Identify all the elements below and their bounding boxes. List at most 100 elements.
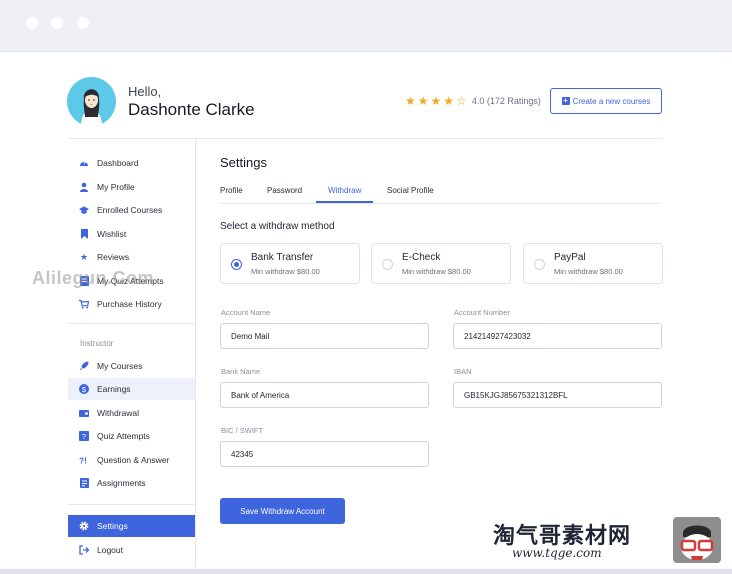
greeting-text: Hello, — [128, 84, 162, 99]
withdraw-method-heading: Select a withdraw method — [220, 221, 335, 232]
header-divider — [68, 138, 662, 139]
save-withdraw-account-button[interactable]: Save Withdraw Account — [220, 498, 345, 524]
tab-profile[interactable]: Profile — [220, 186, 243, 195]
tab-withdraw[interactable]: Withdraw — [328, 186, 361, 195]
gear-icon — [79, 521, 89, 531]
method-name: E-Check — [402, 252, 441, 263]
bank-name-input[interactable] — [220, 382, 429, 408]
bic-swift-label: BIC / SWIFT — [221, 426, 264, 435]
account-name-label: Account Name — [221, 308, 271, 317]
method-min-withdraw: Min withdraw $80.00 — [402, 267, 471, 276]
iban-label: IBAN — [454, 367, 472, 376]
brand-url: www.tqge.com — [512, 546, 602, 560]
method-min-withdraw: Min withdraw $80.00 — [251, 267, 320, 276]
bookmark-icon — [79, 229, 89, 239]
sidebar-item-label: Quiz Attempts — [97, 431, 150, 441]
radio-button[interactable] — [534, 259, 545, 270]
sidebar-item-enrolled-courses[interactable]: Enrolled Courses — [68, 199, 195, 221]
sidebar-item-my-courses[interactable]: My Courses — [68, 355, 195, 377]
sidebar-item-earnings[interactable]: $ Earnings — [68, 378, 195, 400]
brand-logo-icon — [673, 517, 721, 563]
svg-text:?!: ?! — [79, 455, 87, 465]
account-number-input[interactable] — [453, 323, 662, 349]
rating-text: 4.0 (172 Ratings) — [471, 96, 541, 106]
method-bank-transfer[interactable]: Bank Transfer Min withdraw $80.00 — [220, 243, 360, 284]
window-dot-3[interactable] — [77, 17, 89, 29]
method-e-check[interactable]: E-Check Min withdraw $80.00 — [371, 243, 511, 284]
sidebar-item-assignments[interactable]: Assignments — [68, 472, 195, 494]
sidebar-separator — [68, 323, 195, 324]
sidebar-item-label: Reviews — [97, 252, 130, 262]
graduation-cap-icon — [79, 205, 89, 215]
browser-top-bar — [0, 0, 732, 52]
avatar[interactable] — [67, 77, 116, 126]
create-course-button[interactable]: + Create a new courses — [550, 88, 662, 114]
instructor-rating: ★ ★ ★ ★ ☆ 4.0 (172 Ratings) — [405, 95, 541, 107]
tab-password[interactable]: Password — [267, 186, 302, 195]
settings-tabs: Profile Password Withdraw Social Profile — [220, 181, 660, 204]
sidebar-item-settings[interactable]: Settings — [68, 515, 195, 537]
quiz-icon: ? — [79, 431, 89, 441]
sidebar-item-reviews[interactable]: ★ Reviews — [68, 246, 195, 268]
bottom-edge — [0, 569, 732, 574]
radio-button[interactable] — [231, 259, 242, 270]
sidebar-item-label: My Profile — [97, 182, 135, 192]
star-icon: ★ — [430, 94, 442, 108]
user-icon — [79, 182, 89, 192]
sidebar-item-label: My Courses — [97, 361, 143, 371]
star-icon: ★ — [417, 94, 429, 108]
sidebar-item-my-profile[interactable]: My Profile — [68, 176, 195, 198]
instructor-section-label: Instructor — [80, 339, 114, 348]
plus-icon: + — [561, 96, 570, 105]
sidebar-item-label: Withdrawal — [97, 408, 140, 418]
sidebar-item-logout[interactable]: Logout — [68, 539, 195, 561]
star-outline-icon: ☆ — [456, 94, 467, 108]
tab-social-profile[interactable]: Social Profile — [387, 186, 434, 195]
window-dot-2[interactable] — [51, 17, 63, 29]
sidebar-item-label: Enrolled Courses — [97, 205, 163, 215]
dollar-icon: $ — [79, 384, 89, 394]
user-name: Dashonte Clarke — [128, 100, 255, 119]
assignments-icon — [79, 478, 89, 488]
star-icon: ★ — [79, 251, 89, 262]
account-name-input[interactable] — [220, 323, 429, 349]
sidebar-item-label: Earnings — [97, 384, 131, 394]
star-icon: ★ — [405, 94, 416, 108]
sidebar-item-label: Question & Answer — [97, 455, 170, 465]
sidebar-item-dashboard[interactable]: Dashboard — [68, 152, 195, 174]
account-number-label: Account Number — [454, 308, 510, 317]
star-icon: ★ — [443, 94, 455, 108]
method-paypal[interactable]: PayPal Min withdraw $80.00 — [523, 243, 663, 284]
logout-icon — [79, 545, 89, 555]
cart-icon — [79, 299, 89, 309]
sidebar-item-label: Wishlist — [97, 229, 127, 239]
window-dot-1[interactable] — [26, 17, 38, 29]
sidebar-item-question-answer[interactable]: ?! Question & Answer — [68, 449, 195, 471]
bic-swift-input[interactable] — [220, 441, 429, 467]
sidebar-item-label: Settings — [97, 521, 128, 531]
sidebar-item-label: Logout — [97, 545, 123, 555]
sidebar-item-quiz-attempts[interactable]: ? Quiz Attempts — [68, 425, 195, 447]
dashboard-icon — [79, 158, 89, 168]
bank-name-label: Bank Name — [221, 367, 261, 376]
question-answer-icon: ?! — [79, 455, 89, 465]
sidebar-item-label: Assignments — [97, 478, 146, 488]
sidebar-item-withdrawal[interactable]: Withdrawal — [68, 402, 195, 424]
sidebar-item-purchase-history[interactable]: Purchase History — [68, 293, 195, 315]
wallet-icon — [79, 408, 89, 418]
sidebar-item-wishlist[interactable]: Wishlist — [68, 223, 195, 245]
method-min-withdraw: Min withdraw $80.00 — [554, 267, 623, 276]
iban-input[interactable] — [453, 382, 662, 408]
sidebar-separator — [68, 504, 195, 505]
watermark-text: Alilegun.Com — [32, 268, 154, 288]
rocket-icon — [79, 361, 89, 371]
page-title: Settings — [220, 155, 267, 170]
active-tab-indicator — [316, 201, 373, 203]
svg-text:?: ? — [82, 432, 86, 441]
sidebar-item-label: Purchase History — [97, 299, 162, 309]
radio-button[interactable] — [382, 259, 393, 270]
method-name: Bank Transfer — [251, 252, 314, 263]
create-course-label: Create a new courses — [572, 96, 651, 106]
sidebar-divider — [195, 139, 196, 569]
method-name: PayPal — [554, 252, 586, 263]
